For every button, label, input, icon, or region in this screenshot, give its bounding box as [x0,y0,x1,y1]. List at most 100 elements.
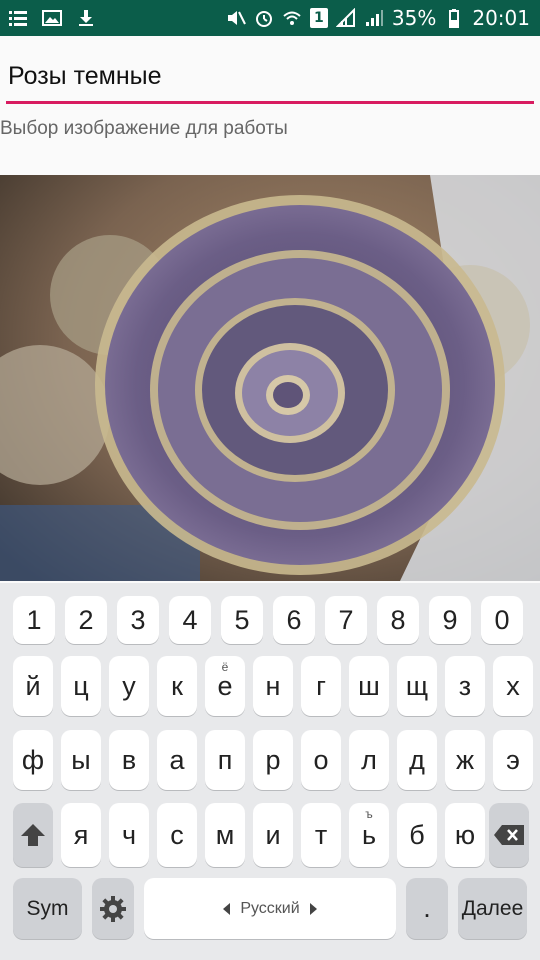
key-label: н [265,670,281,701]
key-в[interactable]: в [109,730,149,790]
key-0[interactable]: 0 [481,596,523,644]
key-ш[interactable]: ш [349,656,389,716]
key-к[interactable]: к [157,656,197,716]
key-label: к [171,670,183,701]
key-label: 9 [442,604,458,635]
keyboard-row-1: йцукеёнгшщзх [0,656,540,720]
sym-key[interactable]: Sym [13,878,82,939]
key-label: ь [361,819,377,850]
key-э[interactable]: э [493,730,533,790]
key-8[interactable]: 8 [377,596,419,644]
key-л[interactable]: л [349,730,389,790]
status-right-icons: 1 35% 20:01 [226,0,530,36]
battery-icon [444,8,464,28]
key-7[interactable]: 7 [325,596,367,644]
settings-key[interactable] [92,878,134,939]
key-3[interactable]: 3 [117,596,159,644]
key-у[interactable]: у [109,656,149,716]
key-label: х [506,670,520,701]
key-1[interactable]: 1 [13,596,55,644]
key-label: 2 [78,604,94,635]
keyboard-row-3: ячсмитьъбю [0,803,540,867]
key-label: 3 [130,604,146,635]
key-й[interactable]: й [13,656,53,716]
key-ю[interactable]: ю [445,803,485,867]
key-label: м [215,819,235,850]
key-label: ж [455,744,475,775]
key-6[interactable]: 6 [273,596,315,644]
key-label: 5 [234,604,250,635]
arrow-left-icon [223,902,231,915]
key-ч[interactable]: ч [109,803,149,867]
key-label: п [217,744,233,775]
key-м[interactable]: м [205,803,245,867]
key-ь[interactable]: ьъ [349,803,389,867]
clock: 20:01 [472,6,530,30]
key-label: а [169,744,185,775]
key-label: ч [121,819,137,850]
sim-icon: 1 [309,8,328,28]
title-input[interactable] [6,58,534,104]
arrow-right-icon [309,902,317,915]
key-label: т [314,819,328,850]
beaded-rose-image[interactable] [0,175,540,581]
key-label: 1 [26,604,42,635]
keyboard-row-numbers: 1 2 3 4 5 6 7 8 9 0 [0,596,540,660]
key-label: л [361,744,377,775]
gallery-icon [42,8,62,28]
key-label: с [170,819,184,850]
key-г[interactable]: г [301,656,341,716]
key-label: з [458,670,472,701]
key-ф[interactable]: ф [13,730,53,790]
key-label: ы [71,744,91,775]
key-ц[interactable]: ц [61,656,101,716]
alarm-icon [254,8,274,28]
key-х[interactable]: х [493,656,533,716]
key-ж[interactable]: ж [445,730,485,790]
key-т[interactable]: т [301,803,341,867]
key-label: и [265,819,281,850]
key-2[interactable]: 2 [65,596,107,644]
key-label: е [217,670,233,701]
key-label: в [121,744,137,775]
key-label: щ [405,670,429,701]
key-п[interactable]: п [205,730,245,790]
key-щ[interactable]: щ [397,656,437,716]
key-label: й [25,670,41,701]
key-label: б [409,819,425,850]
key-д[interactable]: д [397,730,437,790]
key-о[interactable]: о [301,730,341,790]
key-label: р [265,744,281,775]
key-я[interactable]: я [61,803,101,867]
key-label: ю [454,819,476,850]
key-label: я [73,819,89,850]
gear-icon [100,895,126,922]
key-hint: ъ [365,807,373,821]
key-б[interactable]: б [397,803,437,867]
shift-key[interactable] [13,803,53,867]
key-label: 7 [338,604,354,635]
key-н[interactable]: н [253,656,293,716]
key-4[interactable]: 4 [169,596,211,644]
space-key[interactable]: Русский [144,878,396,939]
key-label: у [122,670,136,701]
key-label: г [316,670,326,701]
key-а[interactable]: а [157,730,197,790]
key-9[interactable]: 9 [429,596,471,644]
key-5[interactable]: 5 [221,596,263,644]
subtitle-label: Выбор изображение для работы [0,118,288,139]
key-р[interactable]: р [253,730,293,790]
period-key[interactable]: . [406,878,448,939]
backspace-key[interactable] [489,803,529,867]
download-icon [76,8,96,28]
key-ы[interactable]: ы [61,730,101,790]
key-label: 0 [494,604,510,635]
key-и[interactable]: и [253,803,293,867]
key-label: 8 [390,604,406,635]
key-з[interactable]: з [445,656,485,716]
key-с[interactable]: с [157,803,197,867]
key-hint: ё [221,660,229,674]
key-е[interactable]: её [205,656,245,716]
backspace-icon [494,825,524,845]
next-key[interactable]: Далее [458,878,527,939]
